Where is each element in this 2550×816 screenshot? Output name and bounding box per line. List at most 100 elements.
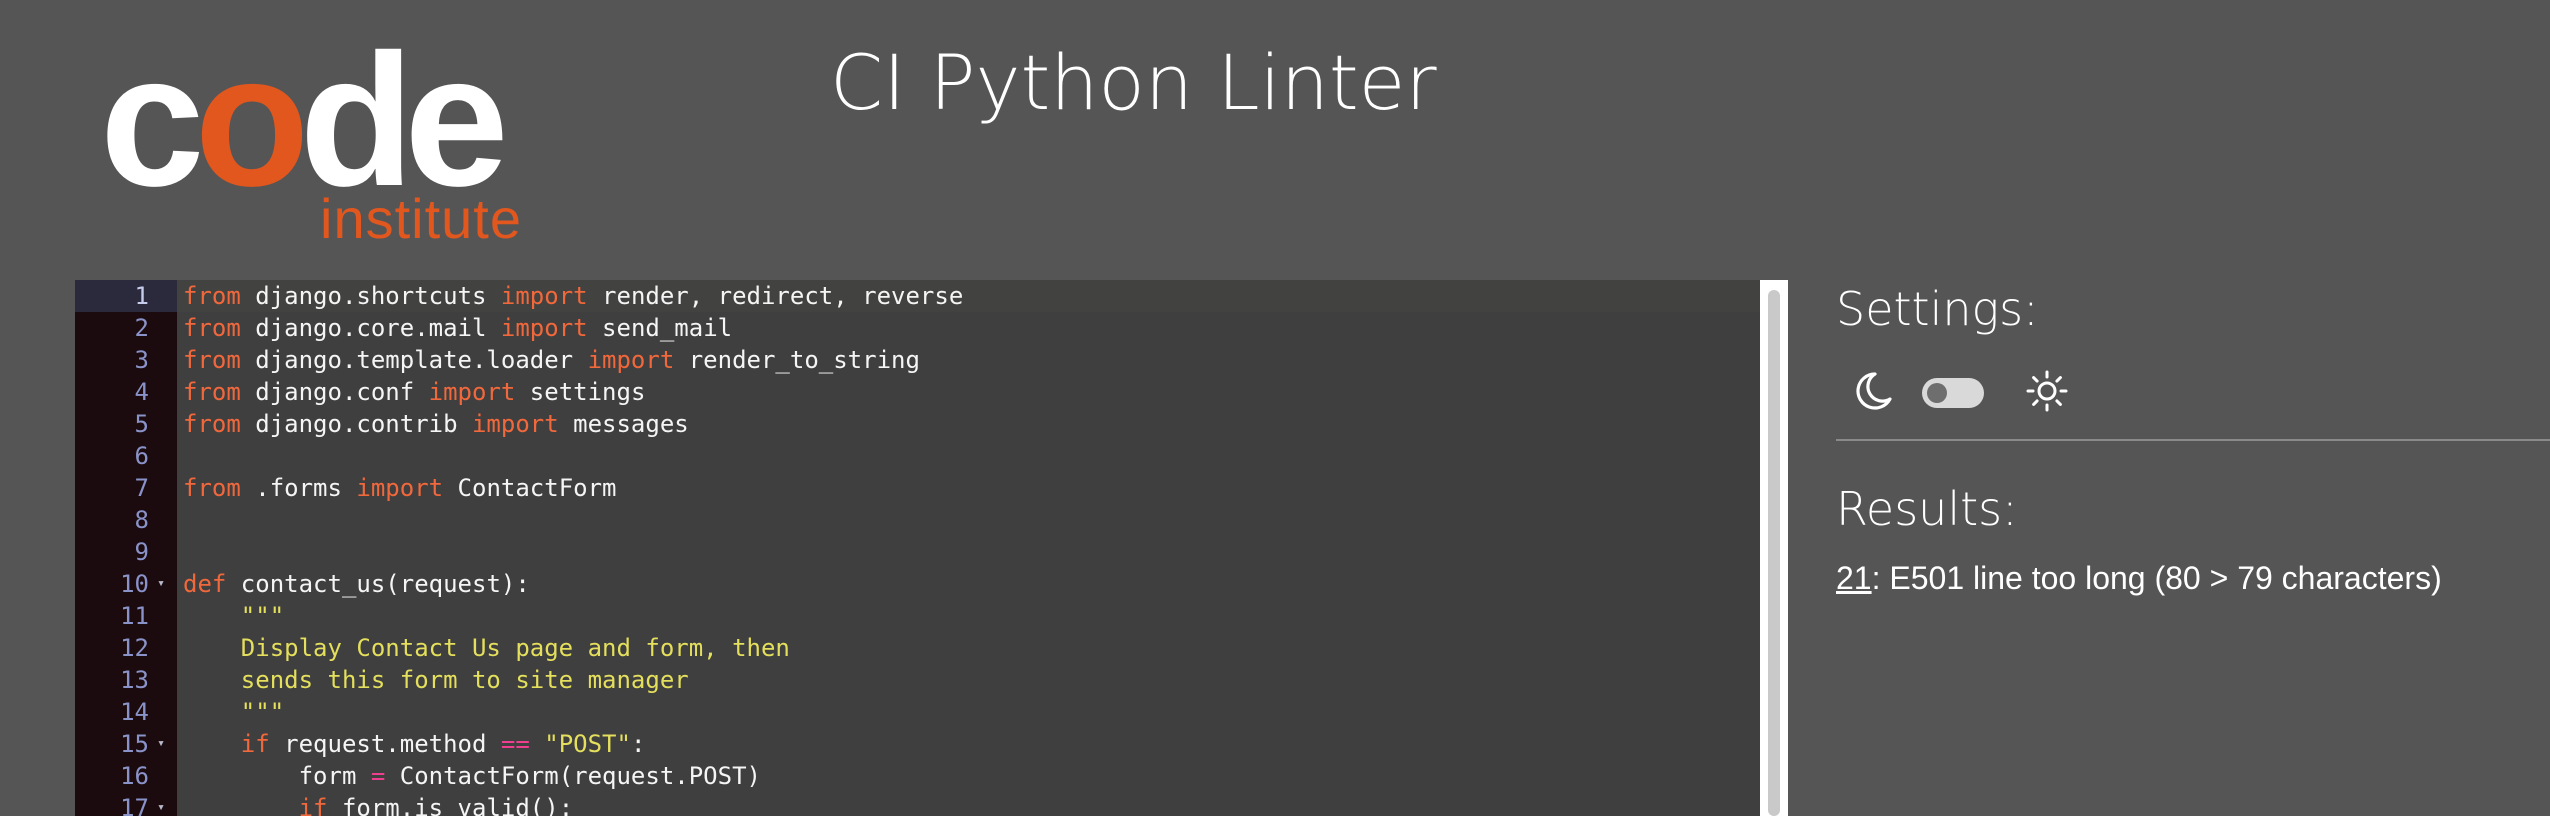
code-token: .forms [240, 474, 357, 502]
code-editor[interactable]: 1 2 3 4 5 6 7 8 9 10 ▾ 11 12 13 14 15 ▾ 16 17 ▾ from django… [75, 280, 1788, 816]
code-line[interactable]: Display Contact Us page and form, then [177, 632, 1760, 664]
fold-arrow-icon[interactable]: ▾ [157, 728, 165, 760]
code-line[interactable]: if form.is_valid(): [177, 792, 1760, 816]
line-number-text: 8 [134, 506, 149, 534]
code-operator: == [500, 730, 530, 758]
page-title: CI Python Linter [830, 38, 1437, 127]
code-string: sends this form to site manager [183, 666, 689, 694]
theme-switcher [1836, 360, 2136, 420]
code-line[interactable]: """ [177, 696, 1760, 728]
line-number: 10 ▾ [75, 568, 177, 600]
code-keyword: import [500, 282, 588, 310]
editor-scrollbar-thumb[interactable] [1768, 290, 1780, 816]
code-keyword: from [183, 314, 241, 342]
line-number-text: 5 [134, 410, 149, 438]
code-token: messages [558, 410, 689, 438]
line-number-text: 12 [120, 634, 149, 662]
result-line-link[interactable]: 21 [1836, 560, 1872, 596]
code-keyword: if [240, 730, 270, 758]
code-keyword: import [428, 378, 516, 406]
code-line[interactable]: if request.method == "POST": [177, 728, 1760, 760]
line-number-text: 14 [120, 698, 149, 726]
code-token: render_to_string [674, 346, 920, 374]
code-line[interactable]: from django.conf import settings [177, 376, 1760, 408]
line-number: 14 [75, 696, 177, 728]
code-line[interactable]: from django.shortcuts import render, red… [177, 280, 1760, 312]
code-line[interactable]: def contact_us(request): [177, 568, 1760, 600]
line-number: 3 [75, 344, 177, 376]
code-token: django.conf [240, 378, 429, 406]
code-institute-logo: code institute [100, 26, 560, 250]
line-number: 17 ▾ [75, 792, 177, 816]
code-line[interactable]: from django.template.loader import rende… [177, 344, 1760, 376]
code-string: "POST" [544, 730, 631, 758]
code-keyword: import [356, 474, 444, 502]
code-token: form [183, 762, 371, 790]
code-keyword: from [183, 474, 241, 502]
code-line[interactable] [177, 536, 1760, 568]
logo-subtitle: institute [320, 187, 522, 250]
line-number-text: 11 [120, 602, 149, 630]
code-line[interactable] [177, 440, 1760, 472]
line-number-gutter: 1 2 3 4 5 6 7 8 9 10 ▾ 11 12 13 14 15 ▾ 16 17 ▾ [75, 280, 177, 816]
line-number: 16 [75, 760, 177, 792]
line-number-text: 3 [134, 346, 149, 374]
result-item: 21: E501 line too long (80 > 79 characte… [1836, 560, 2442, 597]
code-operator: = [370, 762, 386, 790]
fold-arrow-icon[interactable]: ▾ [157, 568, 165, 600]
line-number: 2 [75, 312, 177, 344]
dark-mode-toggle[interactable] [1922, 378, 1984, 408]
line-number-text: 7 [134, 474, 149, 502]
code-keyword: from [183, 282, 241, 310]
line-number-text: 4 [134, 378, 149, 406]
line-number: 15 ▾ [75, 728, 177, 760]
code-token: form.is_valid(): [327, 794, 574, 816]
code-line[interactable]: from django.core.mail import send_mail [177, 312, 1760, 344]
settings-heading: Settings: [1836, 282, 2039, 336]
line-number-text: 13 [120, 666, 149, 694]
line-number-text: 2 [134, 314, 149, 342]
line-number: 13 [75, 664, 177, 696]
code-token: : [630, 730, 646, 758]
result-message: : E501 line too long (80 > 79 characters… [1871, 560, 2442, 596]
line-number-text: 16 [120, 762, 149, 790]
logo-letter-c: c [100, 15, 205, 225]
code-keyword: import [500, 314, 588, 342]
code-token: django.core.mail [240, 314, 501, 342]
results-heading: Results: [1836, 482, 2018, 536]
line-number: 1 [75, 280, 177, 312]
fold-arrow-icon[interactable]: ▾ [157, 792, 165, 816]
code-keyword: import [587, 346, 675, 374]
moon-icon [1848, 366, 1898, 421]
code-token: render, redirect, reverse [587, 282, 964, 310]
toggle-knob [1927, 383, 1947, 403]
line-number-text: 15 [120, 730, 149, 758]
line-number: 5 [75, 408, 177, 440]
code-keyword: from [183, 410, 241, 438]
line-number-text: 1 [134, 282, 149, 310]
code-string: """ [183, 698, 285, 726]
line-number: 12 [75, 632, 177, 664]
code-token: contact_us(request): [226, 570, 530, 598]
code-token: settings [515, 378, 646, 406]
code-area[interactable]: from django.shortcuts import render, red… [177, 280, 1760, 816]
code-line[interactable]: from django.contrib import messages [177, 408, 1760, 440]
code-token: django.template.loader [240, 346, 588, 374]
code-line[interactable]: sends this form to site manager [177, 664, 1760, 696]
line-number-text: 10 [120, 570, 149, 598]
line-number: 6 [75, 440, 177, 472]
editor-scrollbar[interactable] [1760, 280, 1788, 816]
code-line[interactable]: """ [177, 600, 1760, 632]
code-keyword: from [183, 378, 241, 406]
code-line[interactable]: from .forms import ContactForm [177, 472, 1760, 504]
code-token: request.method [269, 730, 501, 758]
page: code institute CI Python Linter 12345678… [0, 0, 2550, 816]
code-line[interactable]: form = ContactForm(request.POST) [177, 760, 1760, 792]
code-token: ContactForm [443, 474, 617, 502]
code-line[interactable] [177, 504, 1760, 536]
code-token: send_mail [587, 314, 733, 342]
code-keyword: import [471, 410, 559, 438]
code-token: django.shortcuts [240, 282, 501, 310]
